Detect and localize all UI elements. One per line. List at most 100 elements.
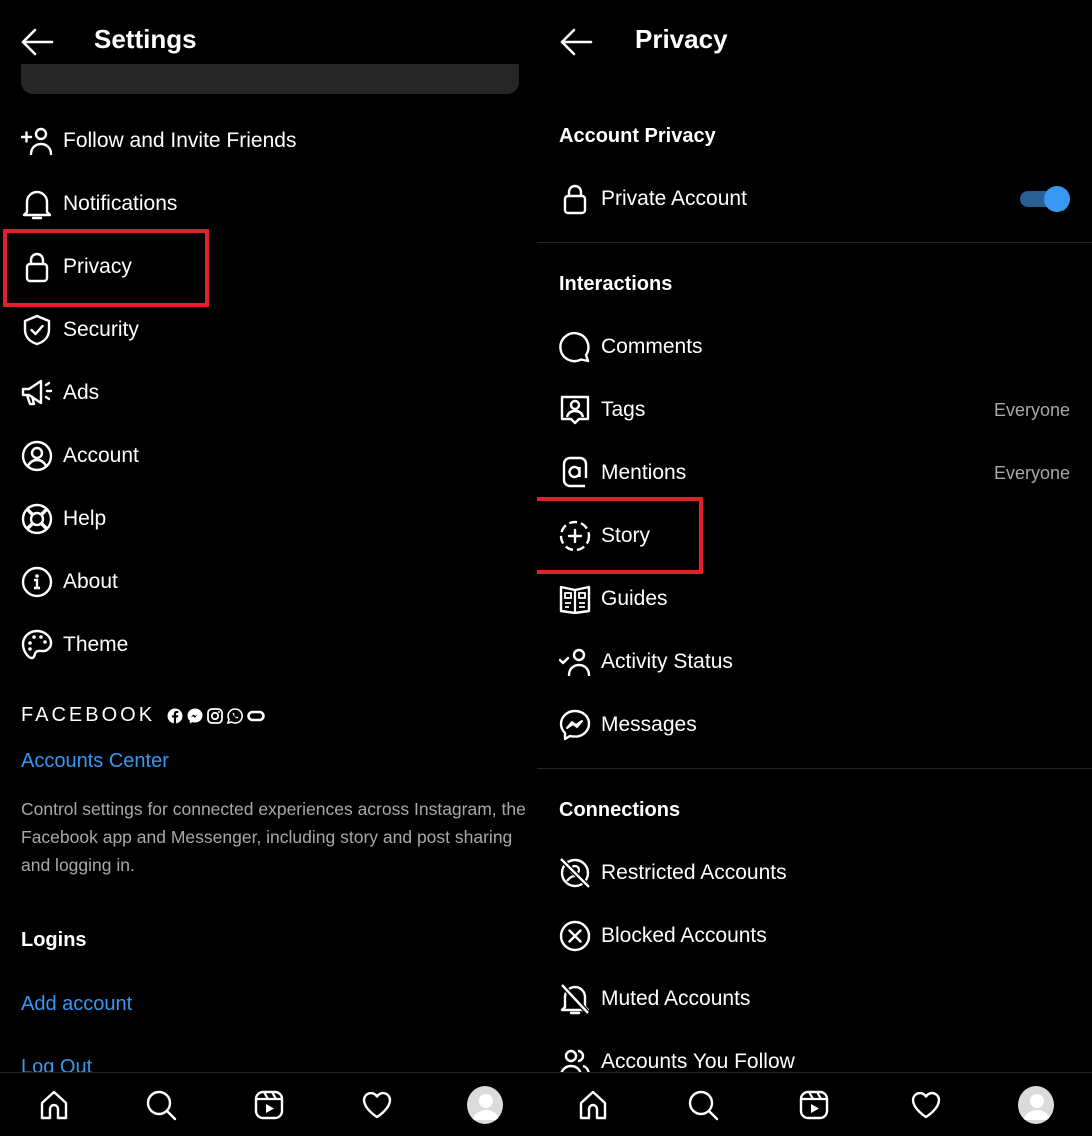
privacy-header: Privacy: [537, 0, 1092, 84]
row-comments[interactable]: Comments: [559, 322, 1070, 372]
reels-icon: [799, 1090, 829, 1120]
menu-item-label: Help: [63, 507, 107, 530]
profile-avatar[interactable]: [1018, 1086, 1054, 1124]
heart-icon: [911, 1091, 941, 1119]
menu-item-label: Security: [63, 318, 139, 341]
privacy-screen: Privacy Account Privacy Private Account …: [537, 0, 1092, 1136]
nav-search[interactable]: [143, 1087, 179, 1123]
bell-icon: [22, 190, 52, 220]
menu-item-label: Notifications: [63, 192, 178, 215]
arrow-left-icon: [21, 28, 54, 56]
facebook-wordmark: FACEBOOK: [21, 704, 156, 726]
nav-reels[interactable]: [251, 1087, 287, 1123]
menu-item-theme[interactable]: Theme: [21, 620, 128, 670]
highlight-box-story: [537, 497, 703, 574]
back-button[interactable]: [559, 26, 593, 58]
nav-activity[interactable]: [359, 1087, 395, 1123]
shield-check-icon: [23, 314, 51, 346]
menu-item-label: About: [63, 570, 118, 593]
page-title: Privacy: [635, 24, 728, 54]
back-button[interactable]: [20, 26, 54, 58]
row-value: Everyone: [993, 399, 1070, 420]
row-label: Muted Accounts: [601, 987, 751, 1010]
row-label: Tags: [601, 398, 646, 421]
settings-screen: Settings Follow and Invite Friends Notif…: [0, 0, 540, 1136]
row-value: Everyone: [993, 462, 1070, 483]
blocked-icon: [559, 920, 591, 952]
accounts-center-link[interactable]: Accounts Center: [21, 750, 169, 773]
row-private-account[interactable]: Private Account: [559, 174, 1070, 224]
nav-search[interactable]: [685, 1087, 721, 1123]
palette-icon: [21, 629, 53, 660]
row-messages[interactable]: Messages: [559, 700, 1070, 750]
menu-item-help[interactable]: Help: [21, 494, 106, 544]
messenger-icon: [559, 709, 591, 741]
restricted-icon: [559, 857, 591, 889]
logins-heading: Logins: [21, 929, 87, 951]
search-bar[interactable]: [21, 64, 519, 94]
heart-icon: [362, 1091, 392, 1119]
add-account-link[interactable]: Add account: [21, 993, 132, 1016]
row-guides[interactable]: Guides: [559, 574, 1070, 624]
nav-home[interactable]: [575, 1087, 611, 1123]
messenger-icon: [187, 708, 203, 723]
row-label: Mentions: [601, 461, 687, 484]
section-heading-account-privacy: Account Privacy: [559, 125, 716, 147]
nav-reels[interactable]: [796, 1087, 832, 1123]
row-label: Accounts You Follow: [601, 1050, 795, 1073]
facebook-icon: [167, 708, 183, 724]
search-icon: [146, 1090, 177, 1121]
menu-item-label: Ads: [63, 381, 100, 404]
search-icon: [688, 1090, 719, 1121]
highlight-box-privacy: [3, 229, 209, 307]
megaphone-icon: [21, 379, 53, 406]
guides-icon: [559, 585, 591, 614]
page-title: Settings: [94, 24, 197, 54]
arrow-left-icon: [560, 28, 593, 56]
activity-status-icon: [559, 648, 591, 676]
muted-bell-icon: [560, 983, 590, 1015]
reels-icon: [254, 1090, 284, 1120]
add-person-icon: [21, 127, 53, 155]
private-account-toggle[interactable]: [1020, 186, 1070, 212]
menu-item-security[interactable]: Security: [21, 305, 139, 355]
facebook-brand-row: FACEBOOK: [21, 704, 265, 727]
profile-avatar[interactable]: [467, 1086, 503, 1124]
comment-icon: [559, 331, 590, 363]
menu-item-label: Theme: [63, 633, 129, 656]
menu-item-about[interactable]: About: [21, 557, 118, 607]
home-icon: [579, 1090, 607, 1120]
info-icon: [21, 566, 53, 598]
menu-item-account[interactable]: Account: [21, 431, 139, 481]
row-mentions[interactable]: Mentions Everyone: [559, 448, 1070, 498]
row-muted-accounts[interactable]: Muted Accounts: [559, 974, 1070, 1024]
menu-item-notifications[interactable]: Notifications: [21, 179, 177, 229]
lifebuoy-icon: [21, 503, 53, 535]
row-tags[interactable]: Tags Everyone: [559, 385, 1070, 435]
oculus-icon: [247, 710, 265, 721]
nav-profile[interactable]: [467, 1086, 503, 1124]
section-heading-connections: Connections: [559, 799, 681, 821]
instagram-icon: [207, 707, 223, 724]
menu-item-ads[interactable]: Ads: [21, 368, 99, 418]
nav-activity[interactable]: [908, 1087, 944, 1123]
nav-home[interactable]: [36, 1087, 72, 1123]
row-restricted-accounts[interactable]: Restricted Accounts: [559, 848, 1070, 898]
row-label: Comments: [601, 335, 703, 358]
row-label: Restricted Accounts: [601, 861, 787, 884]
person-circle-icon: [21, 440, 53, 472]
menu-item-label: Follow and Invite Friends: [63, 129, 297, 152]
row-label: Activity Status: [601, 650, 733, 673]
menu-item-follow-invite[interactable]: Follow and Invite Friends: [21, 116, 296, 166]
row-label: Private Account: [601, 187, 747, 210]
section-divider: [537, 242, 1092, 243]
nav-profile[interactable]: [1018, 1086, 1054, 1124]
row-label: Guides: [601, 587, 668, 610]
at-icon: [562, 456, 588, 488]
tag-person-icon: [560, 395, 590, 425]
section-divider: [537, 768, 1092, 769]
row-activity-status[interactable]: Activity Status: [559, 637, 1070, 687]
row-label: Messages: [601, 713, 697, 736]
row-blocked-accounts[interactable]: Blocked Accounts: [559, 911, 1070, 961]
lock-icon: [563, 184, 587, 215]
